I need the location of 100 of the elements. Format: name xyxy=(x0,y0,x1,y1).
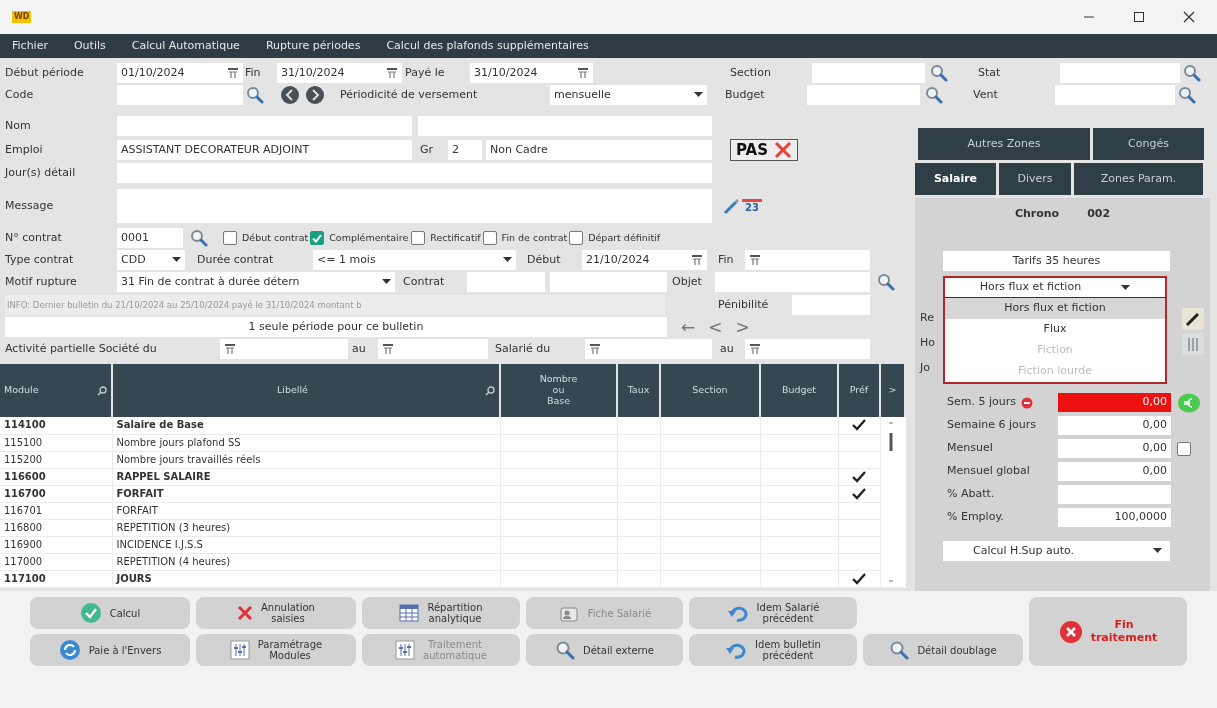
text-field[interactable]: 0001 xyxy=(117,228,183,248)
date-field[interactable]: 01/10/2024 xyxy=(117,63,243,83)
checkbox[interactable] xyxy=(1177,441,1191,456)
checkbox[interactable] xyxy=(482,231,497,245)
text-field[interactable]: Non Cadre xyxy=(486,140,712,160)
calendar-icon[interactable] xyxy=(691,254,703,266)
menu-item[interactable]: Fichier xyxy=(4,37,66,55)
search-icon[interactable] xyxy=(485,385,495,396)
amount-field[interactable]: 0,00 xyxy=(1058,462,1171,481)
amount-field[interactable]: 0,00 xyxy=(1058,393,1171,412)
date-field[interactable]: 21/10/2024 xyxy=(582,250,707,270)
date-field[interactable]: 31/10/2024 xyxy=(470,63,593,83)
text-field[interactable] xyxy=(807,85,920,105)
search-icon[interactable] xyxy=(930,64,948,82)
text-field[interactable] xyxy=(117,163,712,183)
search-icon[interactable] xyxy=(97,385,107,396)
date-field[interactable] xyxy=(378,339,488,359)
action-button[interactable]: Paramétrage Modules xyxy=(196,634,356,666)
text-field[interactable]: 2 xyxy=(448,140,482,160)
search-icon[interactable] xyxy=(246,86,264,104)
arrow-button[interactable]: < xyxy=(704,318,727,336)
dropdown-option[interactable]: Hors flux et fiction xyxy=(945,298,1165,319)
search-icon[interactable] xyxy=(190,229,208,247)
text-field[interactable] xyxy=(812,63,925,83)
date-field[interactable]: 31/10/2024 xyxy=(277,63,402,83)
date-field[interactable] xyxy=(745,339,870,359)
text-field[interactable]: ASSISTANT DECORATEUR ADJOINT xyxy=(117,140,412,160)
text-field[interactable] xyxy=(1055,85,1175,105)
column-header[interactable]: Module xyxy=(0,364,112,417)
amount-field[interactable]: 100,0000 xyxy=(1058,508,1171,527)
action-button[interactable]: Idem bulletin précédent xyxy=(689,634,857,666)
maximize-icon[interactable] xyxy=(1133,11,1145,23)
menu-item[interactable]: Calcul des plafonds supplémentaires xyxy=(378,37,607,55)
caret-icon[interactable] xyxy=(382,279,391,285)
arrow-button[interactable]: ← xyxy=(677,318,700,336)
dropdown-field[interactable]: mensuelle xyxy=(550,85,707,105)
column-header[interactable]: Nombre ou Base xyxy=(500,364,617,417)
dropdown-option[interactable]: Flux xyxy=(945,319,1165,340)
tab[interactable]: Salaire xyxy=(915,163,996,195)
caret-icon[interactable] xyxy=(1153,548,1162,554)
tarif-field[interactable]: Tarifs 35 heures xyxy=(943,251,1170,271)
calendar-icon[interactable] xyxy=(749,254,761,266)
search-icon[interactable] xyxy=(877,273,895,291)
action-button[interactable]: Paie à l'Envers xyxy=(30,634,190,666)
text-field[interactable] xyxy=(792,295,870,315)
caret-icon[interactable] xyxy=(172,257,181,263)
tab[interactable]: Autres Zones xyxy=(918,128,1090,160)
close-icon[interactable] xyxy=(1183,11,1195,23)
date-field[interactable] xyxy=(585,339,712,359)
tab[interactable]: Congés xyxy=(1093,128,1204,160)
date-field[interactable] xyxy=(220,339,348,359)
amount-field[interactable] xyxy=(1058,485,1171,504)
dropdown-field[interactable]: Calcul H.Sup auto. xyxy=(943,541,1170,561)
caret-icon[interactable] xyxy=(503,257,512,263)
next-icon[interactable] xyxy=(305,85,325,105)
date-field[interactable] xyxy=(745,250,870,270)
action-button[interactable]: Calcul xyxy=(30,597,190,629)
menu-item[interactable]: Calcul Automatique xyxy=(123,37,258,55)
action-button[interactable]: Idem Salarié précédent xyxy=(689,597,857,629)
search-icon[interactable] xyxy=(1178,86,1196,104)
caret-icon[interactable] xyxy=(694,92,703,98)
text-field[interactable] xyxy=(715,272,870,292)
search-icon[interactable] xyxy=(925,86,943,104)
action-button[interactable]: Annulation saisies xyxy=(196,597,356,629)
text-field[interactable] xyxy=(117,85,243,105)
search-icon[interactable] xyxy=(1183,64,1201,82)
column-header[interactable]: Section xyxy=(660,364,760,417)
text-field[interactable] xyxy=(117,189,712,223)
column-header[interactable]: Budget xyxy=(760,364,838,417)
pencil-icon[interactable] xyxy=(1182,307,1204,330)
amount-field[interactable]: 0,00 xyxy=(1058,439,1171,458)
dropdown-field[interactable]: <= 1 mois xyxy=(313,250,516,270)
previous-icon[interactable] xyxy=(280,85,300,105)
dropdown-field[interactable]: CDD xyxy=(117,250,185,270)
calendar-icon[interactable] xyxy=(386,67,398,79)
column-header[interactable]: Taux xyxy=(617,364,660,417)
menu-item[interactable]: Outils xyxy=(65,37,124,55)
calendar-icon[interactable] xyxy=(577,67,589,79)
menu-item[interactable]: Rupture périodes xyxy=(257,37,379,55)
text-field[interactable] xyxy=(418,116,712,136)
text-field[interactable] xyxy=(467,272,545,292)
caret-icon[interactable] xyxy=(1121,284,1131,291)
checkbox[interactable] xyxy=(411,231,426,245)
arrow-button[interactable]: > xyxy=(731,318,754,336)
column-header[interactable]: Préf xyxy=(838,364,880,417)
calendar-icon[interactable] xyxy=(749,343,761,355)
action-button[interactable]: Répartition analytique xyxy=(362,597,520,629)
checkbox[interactable] xyxy=(310,231,325,245)
checkbox[interactable] xyxy=(223,231,237,245)
checkbox[interactable] xyxy=(569,231,584,245)
action-button[interactable]: Détail doublage xyxy=(863,634,1023,666)
tab[interactable]: Zones Param. xyxy=(1074,163,1203,195)
calendar-icon[interactable] xyxy=(589,343,601,355)
calendar-icon[interactable] xyxy=(382,343,394,355)
calendar-icon[interactable] xyxy=(227,67,239,79)
text-field[interactable] xyxy=(1060,63,1180,83)
dropdown-field[interactable]: 31 Fin de contrat à durée détern xyxy=(117,272,395,292)
tab[interactable]: Divers xyxy=(999,163,1071,195)
text-field[interactable] xyxy=(117,116,412,136)
calendar-icon[interactable] xyxy=(224,343,236,355)
